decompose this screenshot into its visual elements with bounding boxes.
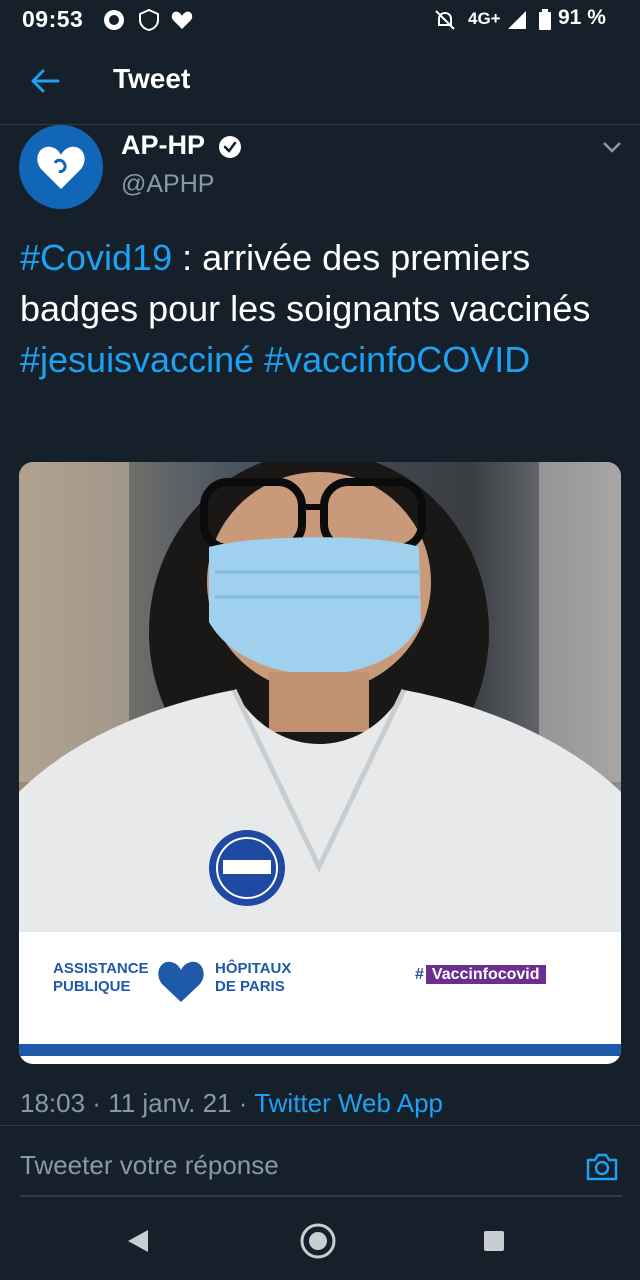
tweet-image[interactable]: ASSISTANCE PUBLIQUE HÔPITAUX DE PARIS # V… — [19, 462, 621, 1064]
battery-level: 91 % — [558, 6, 606, 29]
back-arrow-icon[interactable] — [28, 64, 62, 98]
tweet-text: #Covid19 : arrivée des premiers badges p… — [20, 232, 620, 385]
tweet-time: 18:03 — [20, 1088, 86, 1118]
avatar[interactable] — [19, 125, 103, 209]
tweet-text-segment — [254, 339, 264, 380]
notification-icon — [104, 10, 124, 30]
status-time: 09:53 — [22, 6, 84, 32]
system-nav-bar — [0, 1200, 640, 1280]
divider — [0, 1125, 640, 1126]
aphp-logo-icon — [37, 146, 85, 189]
chevron-down-icon[interactable] — [600, 138, 624, 156]
signal-icon — [508, 11, 526, 29]
hashtag-link[interactable]: #jesuisvacciné — [20, 339, 254, 380]
silent-icon — [435, 10, 455, 30]
tweet-source-link[interactable]: Twitter Web App — [254, 1088, 443, 1118]
reply-input[interactable]: Tweeter votre réponse — [20, 1150, 279, 1181]
author-name[interactable]: AP-HP — [121, 130, 205, 161]
camera-icon[interactable] — [585, 1150, 619, 1184]
battery-icon — [539, 9, 551, 30]
status-bar: 09:53 4G+ 91 % — [0, 0, 640, 40]
hashtag-link[interactable]: #vaccinfoCOVID — [264, 339, 530, 380]
aphp-heart-logo-icon — [158, 961, 204, 1002]
page-title: Tweet — [113, 63, 191, 94]
verified-badge-icon — [219, 136, 241, 158]
nav-recents-icon[interactable] — [482, 1229, 506, 1253]
top-app-bar: Tweet — [0, 46, 640, 125]
reply-underline — [20, 1195, 622, 1197]
tweet-meta: 18:03 · 11 janv. 21 · Twitter Web App — [20, 1088, 444, 1118]
tweet-date: 11 janv. 21 — [108, 1088, 232, 1118]
author-handle[interactable]: @APHP — [121, 170, 214, 199]
photo-healthcare-worker — [19, 462, 621, 932]
hashtag-link[interactable]: #Covid19 — [20, 237, 172, 278]
heart-icon — [171, 11, 193, 29]
nav-back-icon[interactable] — [126, 1228, 150, 1254]
brand-assistance: ASSISTANCE PUBLIQUE — [53, 960, 149, 995]
brand-stripe — [19, 1044, 621, 1056]
nav-home-icon[interactable] — [299, 1222, 337, 1260]
network-type: 4G+ — [468, 9, 501, 28]
brand-hopitaux: HÔPITAUX DE PARIS — [215, 960, 292, 995]
security-icon — [139, 9, 159, 31]
brand-hashtag: # Vaccinfocovid — [415, 965, 546, 984]
